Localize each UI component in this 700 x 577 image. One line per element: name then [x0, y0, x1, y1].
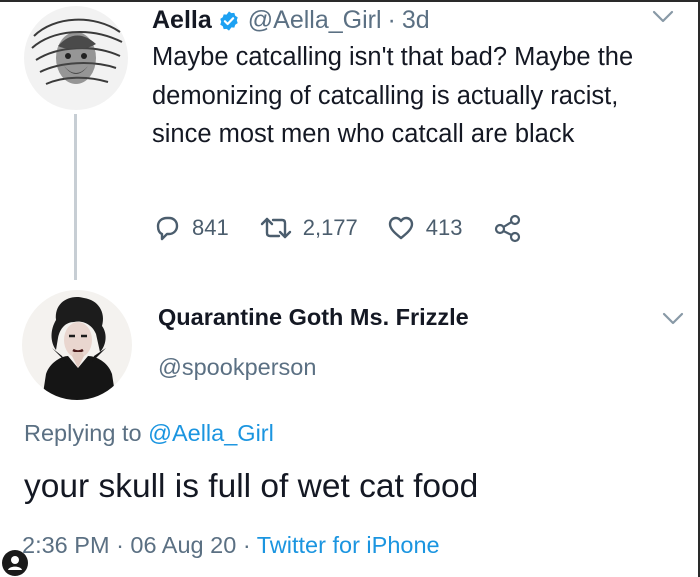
- reply-count: 841: [192, 215, 229, 240]
- tweet1-display-name[interactable]: Aella: [152, 5, 212, 35]
- share-button[interactable]: [493, 213, 523, 243]
- tweet1-separator: ·: [387, 6, 396, 34]
- tweet1-text: Maybe catcalling isn't that bad? Maybe t…: [152, 43, 634, 148]
- tweet1-handle[interactable]: @Aella_Girl: [248, 5, 382, 35]
- like-count: 413: [425, 215, 463, 240]
- reply-icon: [152, 213, 182, 243]
- tweet1-action-bar: 841 2,177 413: [152, 208, 523, 248]
- verified-badge-icon: [218, 9, 240, 31]
- meta-separator: ·: [242, 532, 251, 558]
- tweet2-source-link[interactable]: Twitter for iPhone: [257, 532, 440, 558]
- retweet-icon: [259, 213, 293, 243]
- thread-connector-line: [74, 114, 77, 280]
- tweet1-age[interactable]: 3d: [402, 5, 430, 35]
- replying-to-line: Replying to @Aella_Girl: [24, 420, 274, 447]
- chevron-down-icon[interactable]: [652, 10, 674, 24]
- tweet2-meta: 2:36 PM · 06 Aug 20 · Twitter for iPhone: [22, 532, 440, 559]
- avatar-aella[interactable]: [24, 6, 128, 110]
- retweet-count: 2,177: [302, 215, 358, 240]
- share-icon: [493, 213, 523, 243]
- retweet-button[interactable]: 2,177: [259, 213, 358, 243]
- tweet1-header: Aella @Aella_Girl · 3d: [152, 4, 430, 36]
- replying-prefix: Replying to: [24, 420, 142, 446]
- reply-button[interactable]: 841: [152, 213, 229, 243]
- profile-icon[interactable]: [2, 550, 28, 576]
- like-button[interactable]: 413: [386, 213, 463, 243]
- replying-mention-link[interactable]: @Aella_Girl: [148, 420, 274, 446]
- meta-separator: ·: [116, 532, 124, 558]
- avatar-spookperson[interactable]: [22, 290, 132, 400]
- tweet2-text: your skull is full of wet cat food: [24, 468, 479, 505]
- tweet2-date[interactable]: 06 Aug 20: [130, 532, 236, 558]
- tweet2-display-name[interactable]: Quarantine Goth Ms. Frizzle: [158, 304, 469, 331]
- tweet2-handle[interactable]: @spookperson: [158, 354, 316, 381]
- heart-icon: [386, 213, 416, 243]
- chevron-down-icon[interactable]: [662, 312, 684, 326]
- tweet2-time[interactable]: 2:36 PM: [22, 532, 110, 558]
- frame-border-top: [0, 0, 700, 2]
